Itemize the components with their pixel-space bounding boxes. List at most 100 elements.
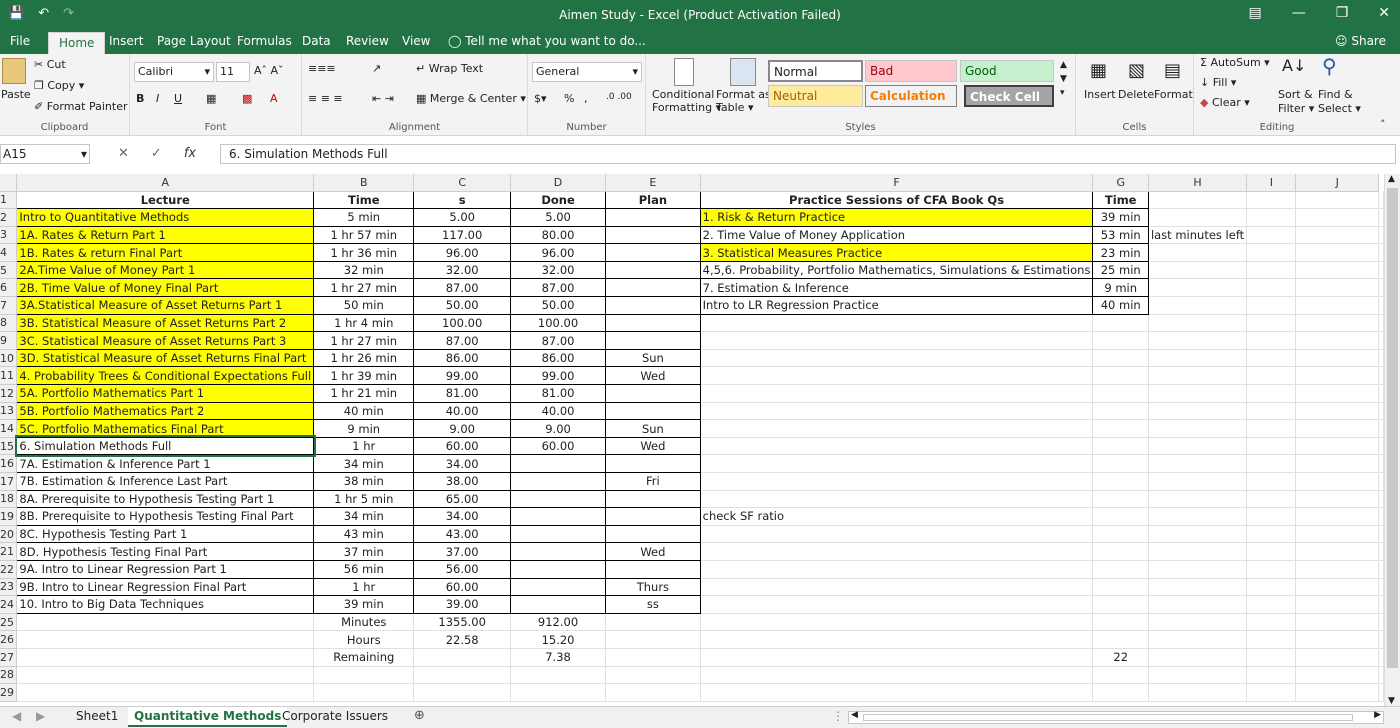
cell-i9[interactable] bbox=[1246, 331, 1297, 350]
cell-a10[interactable]: 3D. Statistical Measure of Asset Returns… bbox=[16, 348, 315, 368]
cell-h13[interactable] bbox=[1148, 402, 1248, 421]
cell-a23[interactable]: 9B. Intro to Linear Regression Final Par… bbox=[16, 577, 315, 597]
cell-b6[interactable]: 1 hr 27 min bbox=[313, 278, 415, 298]
cell-b4[interactable]: 1 hr 36 min bbox=[313, 243, 415, 262]
cell-c6[interactable]: 87.00 bbox=[413, 278, 511, 298]
cell-d8[interactable]: 100.00 bbox=[509, 313, 607, 333]
cell-h9[interactable] bbox=[1148, 331, 1248, 350]
column-header-f[interactable]: F bbox=[700, 174, 1094, 192]
cell-c22[interactable]: 56.00 bbox=[413, 559, 511, 579]
conditional-formatting-button[interactable]: Conditional Formatting ▾ bbox=[652, 88, 721, 114]
cell-j25[interactable] bbox=[1295, 613, 1379, 632]
cell-a2[interactable]: Intro to Quantitative Methods bbox=[16, 208, 315, 227]
cell-j27[interactable] bbox=[1295, 648, 1379, 667]
cell-a26[interactable] bbox=[16, 630, 315, 649]
cell-f2[interactable]: 1. Risk & Return Practice bbox=[699, 208, 1094, 227]
fill-color-icon[interactable]: ▩ bbox=[242, 92, 252, 105]
number-format-select[interactable]: General ▾ bbox=[532, 62, 642, 82]
indent-icon[interactable]: ⇤ ⇥ bbox=[372, 92, 394, 105]
cell-b1[interactable]: Time bbox=[313, 190, 415, 210]
cell-e7[interactable] bbox=[605, 296, 701, 315]
cell-g15[interactable] bbox=[1092, 437, 1149, 456]
cell-g1[interactable]: Time bbox=[1092, 190, 1149, 210]
row-header[interactable]: 11 bbox=[0, 366, 18, 386]
cell-g19[interactable] bbox=[1092, 507, 1149, 526]
cell-g11[interactable] bbox=[1092, 366, 1149, 386]
cell-b5[interactable]: 32 min bbox=[313, 260, 415, 280]
cell-e25[interactable] bbox=[605, 613, 701, 632]
name-box[interactable]: A15 ▾ bbox=[0, 144, 90, 164]
cell-a14[interactable]: 5C. Portfolio Mathematics Final Part bbox=[16, 419, 315, 438]
cell-f16[interactable] bbox=[700, 454, 1094, 473]
cell-a17[interactable]: 7B. Estimation & Inference Last Part bbox=[16, 472, 315, 491]
ribbon-display-icon[interactable]: ▤ bbox=[1248, 5, 1261, 21]
cell-e22[interactable] bbox=[605, 559, 701, 579]
cell-i15[interactable] bbox=[1246, 437, 1297, 456]
cell-b11[interactable]: 1 hr 39 min bbox=[313, 366, 415, 386]
cell-d19[interactable] bbox=[509, 507, 607, 526]
cell-h29[interactable] bbox=[1148, 683, 1248, 702]
cell-f12[interactable] bbox=[700, 384, 1094, 403]
cell-e20[interactable] bbox=[605, 524, 701, 544]
bold-icon[interactable]: B bbox=[136, 92, 144, 105]
cell-f18[interactable] bbox=[700, 490, 1094, 509]
cell-c5[interactable]: 32.00 bbox=[413, 260, 511, 280]
style-calculation[interactable]: Calculation bbox=[865, 85, 957, 107]
vertical-scrollbar[interactable]: ▲ ▼ bbox=[1384, 174, 1400, 706]
cell-f4[interactable]: 3. Statistical Measures Practice bbox=[699, 243, 1094, 262]
cell-j12[interactable] bbox=[1295, 384, 1379, 403]
cell-h4[interactable] bbox=[1148, 243, 1248, 262]
cell-f8[interactable] bbox=[700, 314, 1094, 333]
cell-d7[interactable]: 50.00 bbox=[509, 296, 607, 315]
cell-b8[interactable]: 1 hr 4 min bbox=[313, 313, 415, 333]
cell-d11[interactable]: 99.00 bbox=[509, 366, 607, 386]
cell-g25[interactable] bbox=[1092, 613, 1149, 632]
format-painter-button[interactable]: ✐ Format Painter bbox=[34, 100, 128, 113]
cell-j22[interactable] bbox=[1295, 560, 1379, 579]
cell-g13[interactable] bbox=[1092, 402, 1149, 421]
style-check-cell[interactable]: Check Cell bbox=[964, 85, 1054, 107]
cell-d25[interactable]: 912.00 bbox=[510, 613, 607, 632]
cell-h12[interactable] bbox=[1148, 384, 1248, 403]
cell-j24[interactable] bbox=[1295, 595, 1379, 614]
cell-f23[interactable] bbox=[700, 578, 1094, 597]
row-header[interactable]: 27 bbox=[0, 648, 18, 667]
cell-g17[interactable] bbox=[1092, 472, 1149, 491]
cell-e14[interactable]: Sun bbox=[605, 419, 701, 438]
tab-page-layout[interactable]: Page Layout bbox=[157, 34, 231, 48]
cell-e23[interactable]: Thurs bbox=[605, 577, 701, 597]
add-sheet-icon[interactable]: ⊕ bbox=[414, 708, 425, 723]
cell-i24[interactable] bbox=[1246, 595, 1297, 614]
font-size-select[interactable]: 11 bbox=[216, 62, 250, 82]
row-header[interactable]: 22 bbox=[0, 560, 18, 579]
align-top-icon[interactable]: ≡≡≡ bbox=[308, 62, 336, 75]
cell-c24[interactable]: 39.00 bbox=[413, 595, 511, 614]
cell-d26[interactable]: 15.20 bbox=[510, 630, 607, 649]
cell-c29[interactable] bbox=[413, 683, 511, 702]
cell-a12[interactable]: 5A. Portfolio Mathematics Part 1 bbox=[16, 384, 315, 403]
cell-d14[interactable]: 9.00 bbox=[509, 419, 607, 438]
column-header-g[interactable]: G bbox=[1092, 174, 1149, 192]
cell-a25[interactable] bbox=[16, 613, 315, 632]
cell-e27[interactable] bbox=[605, 648, 701, 667]
cell-h21[interactable] bbox=[1148, 542, 1248, 561]
cell-d9[interactable]: 87.00 bbox=[509, 331, 607, 350]
cut-button[interactable]: ✂ Cut bbox=[34, 58, 66, 71]
cell-h14[interactable] bbox=[1148, 419, 1248, 438]
cell-d21[interactable] bbox=[509, 542, 607, 561]
tab-scroll-left-icon[interactable]: ◀ bbox=[12, 709, 21, 723]
cell-f25[interactable] bbox=[700, 613, 1094, 632]
cell-b19[interactable]: 34 min bbox=[313, 507, 415, 526]
cell-e8[interactable] bbox=[605, 313, 701, 333]
cell-i6[interactable] bbox=[1246, 278, 1297, 298]
cell-f5[interactable]: 4,5,6. Probability, Portfolio Mathematic… bbox=[699, 260, 1094, 280]
tab-scroll-right-icon[interactable]: ▶ bbox=[36, 709, 45, 723]
row-header[interactable]: 20 bbox=[0, 525, 18, 544]
cell-c26[interactable]: 22.58 bbox=[413, 630, 511, 649]
cell-f9[interactable] bbox=[700, 331, 1094, 350]
cell-e13[interactable] bbox=[605, 401, 701, 421]
row-header[interactable]: 13 bbox=[0, 402, 18, 421]
cell-j21[interactable] bbox=[1295, 542, 1379, 561]
cell-c19[interactable]: 34.00 bbox=[413, 507, 511, 526]
orientation-icon[interactable]: ↗ bbox=[372, 62, 381, 75]
